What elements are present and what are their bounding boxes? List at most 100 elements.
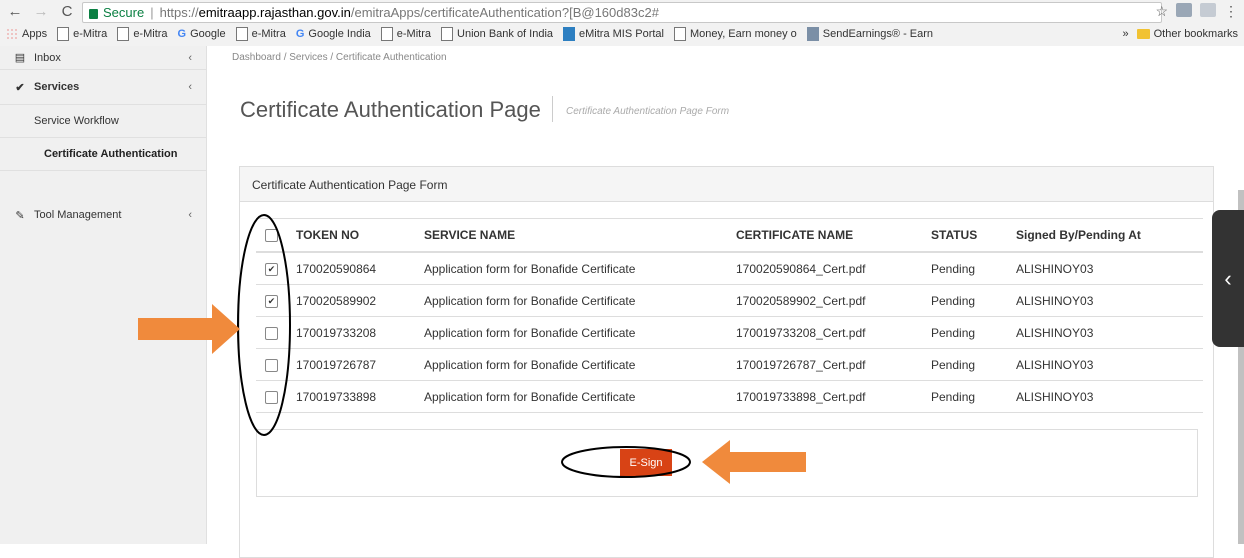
page-icon bbox=[674, 27, 686, 41]
url-scheme: https:// bbox=[159, 5, 199, 20]
token-cell: 170020590864 bbox=[296, 252, 424, 285]
page-icon bbox=[380, 27, 393, 41]
google-icon: G bbox=[177, 28, 187, 40]
bookmark-star-icon[interactable]: ☆ bbox=[1155, 3, 1168, 20]
extension-icon[interactable] bbox=[1200, 3, 1216, 17]
bookmark-google-india[interactable]: G Google India bbox=[296, 28, 371, 40]
more-bookmarks-icon[interactable]: » bbox=[1123, 28, 1129, 40]
select-all-cell bbox=[256, 218, 296, 253]
signed-cell: ALISHINOY03 bbox=[1016, 284, 1203, 317]
address-bar[interactable]: Secure | https://emitraapp.rajasthan.gov… bbox=[82, 2, 1162, 23]
sidebar-item-certificate-authentication[interactable]: Certificate Authentication bbox=[0, 138, 206, 171]
other-bookmarks[interactable]: Other bookmarks bbox=[1136, 28, 1238, 40]
forward-icon[interactable]: → bbox=[32, 3, 50, 20]
bookmark-google[interactable]: G Google bbox=[178, 28, 226, 40]
table-header-row: TOKEN NO SERVICE NAME CERTIFICATE NAME S… bbox=[256, 218, 1203, 253]
bookmark-emitra-4[interactable]: e-Mitra bbox=[380, 27, 432, 41]
extension-my-icon[interactable] bbox=[1176, 3, 1192, 17]
panel-title: Certificate Authentication Page Form bbox=[252, 178, 448, 192]
checkbox-cell: ✔ bbox=[256, 252, 296, 285]
bookmark-label: SendEarnings® - Earn bbox=[822, 28, 934, 40]
table-row: 170019726787 Application form for Bonafi… bbox=[256, 348, 1203, 381]
certificate-cell: 170020589902_Cert.pdf bbox=[736, 284, 931, 317]
table-row: 170019733898 Application form for Bonafi… bbox=[256, 380, 1203, 413]
side-panel-toggle[interactable]: ‹ bbox=[1212, 210, 1244, 347]
status-cell: Pending bbox=[931, 348, 1016, 381]
signed-cell: ALISHINOY03 bbox=[1016, 252, 1203, 285]
sidebar: ▤ Inbox ‹ ✔ Services ‹ Service Workflow … bbox=[0, 46, 207, 544]
chevron-left-icon: ‹ bbox=[188, 209, 192, 221]
page-icon bbox=[117, 27, 130, 41]
service-cell: Application form for Bonafide Certificat… bbox=[424, 252, 736, 285]
checkbox-cell bbox=[256, 316, 296, 349]
esign-box: E-Sign bbox=[256, 429, 1198, 497]
sidebar-item-tool-management[interactable]: ✎ Tool Management ‹ bbox=[0, 206, 206, 224]
form-panel: Certificate Authentication Page Form TOK… bbox=[239, 166, 1214, 558]
bookmarks-right: » Other bookmarks bbox=[1123, 23, 1239, 45]
lock-icon bbox=[89, 8, 98, 19]
bookmark-emitra-2[interactable]: e-Mitra bbox=[117, 27, 168, 41]
select-all-checkbox[interactable] bbox=[265, 229, 278, 243]
certificate-cell: 170019733208_Cert.pdf bbox=[736, 316, 931, 349]
service-cell: Application form for Bonafide Certificat… bbox=[424, 348, 736, 381]
header-service: SERVICE NAME bbox=[424, 218, 736, 253]
bookmark-label: Google bbox=[190, 28, 226, 40]
panel-header: Certificate Authentication Page Form bbox=[240, 167, 1213, 202]
row-checkbox[interactable]: ✔ bbox=[265, 262, 278, 276]
row-checkbox[interactable] bbox=[265, 358, 278, 372]
sidebar-item-label: Service Workflow bbox=[34, 115, 119, 127]
main-content: Dashboard / Services / Certificate Authe… bbox=[207, 46, 1244, 558]
breadcrumb: Dashboard / Services / Certificate Authe… bbox=[232, 52, 447, 60]
signed-cell: ALISHINOY03 bbox=[1016, 348, 1203, 381]
chevron-left-icon: ‹ bbox=[188, 51, 192, 64]
bookmark-label: Money, Earn money o bbox=[690, 28, 797, 40]
other-bookmarks-label: Other bookmarks bbox=[1153, 28, 1238, 40]
bookmark-sendearnings[interactable]: SendEarnings® - Earn bbox=[806, 27, 934, 41]
bookmark-label: eMitra MIS Portal bbox=[579, 28, 664, 40]
service-cell: Application form for Bonafide Certificat… bbox=[424, 380, 736, 413]
certificate-table: TOKEN NO SERVICE NAME CERTIFICATE NAME S… bbox=[256, 218, 1203, 413]
row-checkbox[interactable] bbox=[265, 390, 278, 404]
bookmark-label: Google India bbox=[308, 28, 371, 40]
service-cell: Application form for Bonafide Certificat… bbox=[424, 284, 736, 317]
back-icon[interactable]: ← bbox=[6, 3, 24, 20]
row-checkbox[interactable]: ✔ bbox=[265, 294, 278, 308]
sidebar-item-inbox[interactable]: ▤ Inbox ‹ bbox=[0, 46, 206, 70]
bookmark-label: Apps bbox=[22, 28, 48, 40]
header-token: TOKEN NO bbox=[296, 218, 424, 253]
checkbox-cell: ✔ bbox=[256, 284, 296, 317]
page-icon bbox=[441, 27, 454, 41]
certificate-cell: 170019733898_Cert.pdf bbox=[736, 380, 931, 413]
apps-icon bbox=[6, 28, 18, 40]
chrome-menu-icon[interactable]: ⋮ bbox=[1224, 3, 1238, 20]
reload-icon[interactable]: C bbox=[58, 3, 76, 20]
signed-cell: ALISHINOY03 bbox=[1016, 316, 1203, 349]
certificate-cell: 170020590864_Cert.pdf bbox=[736, 252, 931, 285]
bookmark-label: e-Mitra bbox=[396, 28, 432, 40]
page-icon bbox=[57, 27, 70, 41]
bookmark-emitra-1[interactable]: e-Mitra bbox=[57, 27, 107, 41]
esign-button[interactable]: E-Sign bbox=[620, 449, 672, 476]
bookmark-label: e-Mitra bbox=[251, 28, 286, 40]
bookmark-union-bank[interactable]: Union Bank of India bbox=[441, 27, 553, 41]
chevron-left-icon: ‹ bbox=[1224, 266, 1232, 291]
sidebar-item-label: Certificate Authentication bbox=[44, 148, 178, 160]
header-certificate: CERTIFICATE NAME bbox=[736, 218, 931, 253]
service-cell: Application form for Bonafide Certificat… bbox=[424, 316, 736, 349]
token-cell: 170019733898 bbox=[296, 380, 424, 413]
bookmarks-bar: Apps e-Mitra e-Mitra G Google e-Mitra G Go… bbox=[0, 23, 1244, 45]
sidebar-item-services[interactable]: ✔ Services ‹ bbox=[0, 70, 206, 105]
bookmark-emitra-mis[interactable]: eMitra MIS Portal bbox=[563, 27, 664, 41]
bookmark-money[interactable]: Money, Earn money o bbox=[674, 27, 797, 41]
check-circle-icon: ✔ bbox=[15, 81, 25, 94]
sidebar-item-service-workflow[interactable]: Service Workflow bbox=[0, 105, 206, 138]
row-checkbox[interactable] bbox=[265, 326, 278, 340]
signed-cell: ALISHINOY03 bbox=[1016, 380, 1203, 413]
secure-indicator[interactable]: Secure bbox=[83, 5, 144, 20]
token-cell: 170020589902 bbox=[296, 284, 424, 317]
bookmark-emitra-3[interactable]: e-Mitra bbox=[235, 27, 286, 41]
bookmark-apps[interactable]: Apps bbox=[6, 28, 47, 40]
header-signed: Signed By/Pending At bbox=[1016, 218, 1203, 253]
sidebar-item-label: Inbox bbox=[34, 51, 61, 64]
certificate-cell: 170019726787_Cert.pdf bbox=[736, 348, 931, 381]
